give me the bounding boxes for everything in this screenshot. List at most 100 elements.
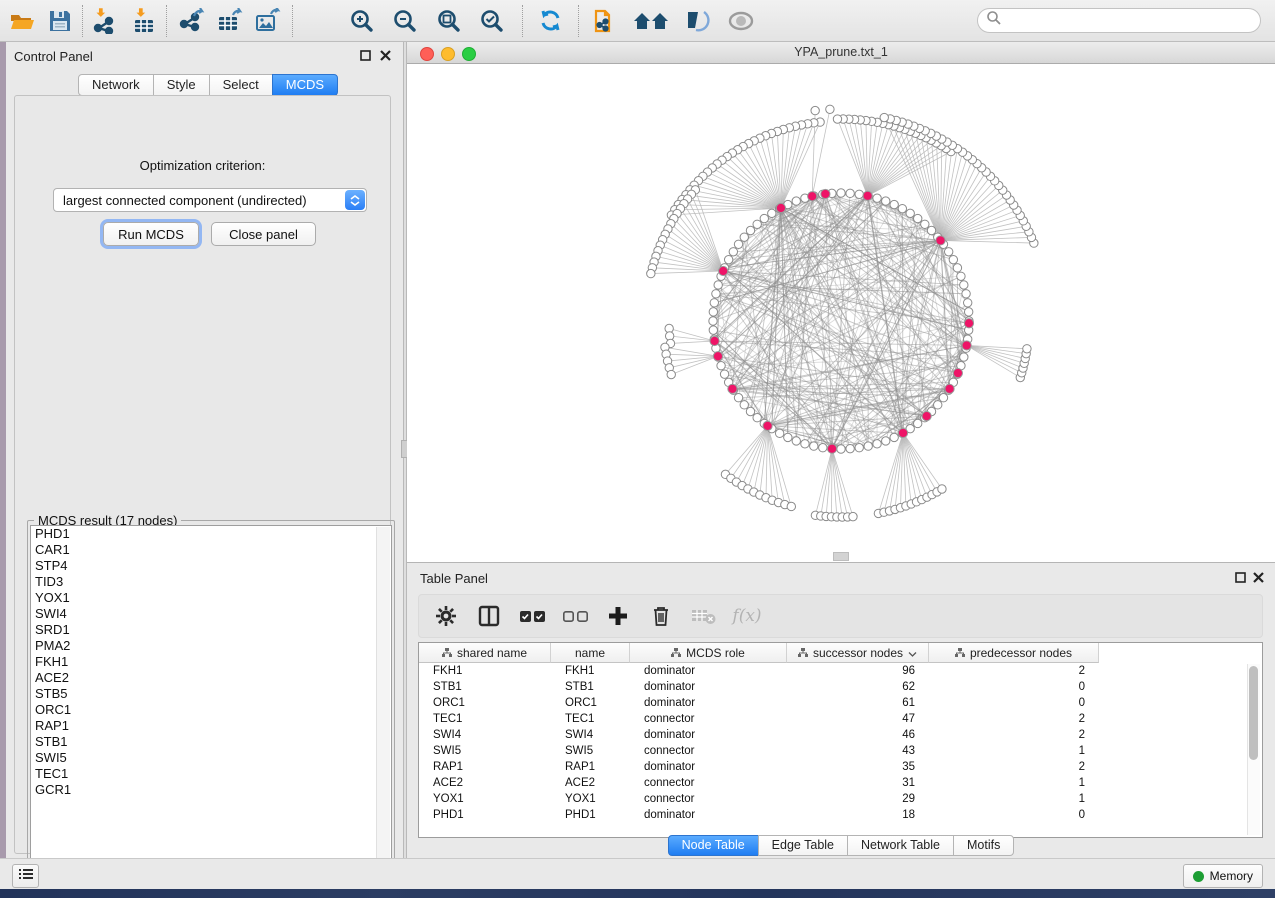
mcds-result-item[interactable]: ORC1 <box>31 702 391 718</box>
cell-mcds-role: dominator <box>630 761 787 773</box>
cell-mcds-role: dominator <box>630 665 787 677</box>
home-icon[interactable] <box>632 7 672 35</box>
new-network-from-selection-icon[interactable] <box>592 7 620 35</box>
table-row[interactable]: TEC1TEC1connector472 <box>419 711 1099 727</box>
tab-network[interactable]: Network <box>78 74 154 96</box>
mcds-result-list[interactable]: PHD1CAR1STP4TID3YOX1SWI4SRD1PMA2FKH1ACE2… <box>30 525 392 893</box>
column-header-name[interactable]: name <box>551 643 630 663</box>
float-table-panel-icon[interactable] <box>1234 571 1247 584</box>
run-mcds-button[interactable]: Run MCDS <box>103 222 199 246</box>
tab-mcds[interactable]: MCDS <box>272 74 338 96</box>
deselect-all-icon[interactable] <box>562 603 588 629</box>
list-scrollbar[interactable] <box>376 527 390 891</box>
zoom-selected-icon[interactable] <box>478 7 506 35</box>
column-type-icon <box>671 646 681 660</box>
scrollbar-thumb[interactable] <box>1249 666 1258 760</box>
memory-status-icon <box>1193 871 1204 882</box>
table-row[interactable]: ORC1ORC1dominator610 <box>419 695 1099 711</box>
export-network-icon[interactable] <box>178 7 206 35</box>
export-table-icon[interactable] <box>216 7 244 35</box>
panel-menu-button[interactable] <box>12 864 39 888</box>
column-type-icon <box>798 646 808 660</box>
delete-icon[interactable] <box>648 603 674 629</box>
mcds-result-item[interactable]: TID3 <box>31 574 391 590</box>
mcds-result-item[interactable]: SRD1 <box>31 622 391 638</box>
tab-select[interactable]: Select <box>209 74 273 96</box>
control-panel-title: Control Panel <box>14 49 93 64</box>
cell-shared-name: RAP1 <box>419 761 551 773</box>
tab-style[interactable]: Style <box>153 74 210 96</box>
column-header-predecessor-nodes[interactable]: predecessor nodes <box>929 643 1099 663</box>
mcds-result-item[interactable]: YOX1 <box>31 590 391 606</box>
float-panel-icon[interactable] <box>359 49 372 62</box>
table-row[interactable]: SWI4SWI4dominator462 <box>419 727 1099 743</box>
column-header-MCDS-role[interactable]: MCDS role <box>630 643 787 663</box>
zoom-out-icon[interactable] <box>391 7 419 35</box>
zoom-in-icon[interactable] <box>348 7 376 35</box>
mcds-result-item[interactable]: FKH1 <box>31 654 391 670</box>
hide-glasses-icon[interactable] <box>682 7 710 35</box>
optimization-criterion-select[interactable]: largest connected component (undirected) <box>53 188 367 212</box>
open-file-icon[interactable] <box>8 7 36 35</box>
node-table[interactable]: shared namenameMCDS rolesuccessor nodesp… <box>418 642 1263 838</box>
mcds-result-item[interactable]: GCR1 <box>31 782 391 798</box>
export-image-icon[interactable] <box>254 7 282 35</box>
mcds-result-item[interactable]: RAP1 <box>31 718 391 734</box>
column-type-icon <box>955 646 965 660</box>
cell-successor-nodes: 62 <box>787 681 929 693</box>
tab-node-table[interactable]: Node Table <box>668 835 759 856</box>
table-row[interactable]: FKH1FKH1dominator962 <box>419 663 1099 679</box>
save-session-icon[interactable] <box>46 7 74 35</box>
import-table-icon[interactable] <box>130 7 158 35</box>
import-network-icon[interactable] <box>92 7 120 35</box>
table-row[interactable]: ACE2ACE2connector311 <box>419 775 1099 791</box>
split-columns-icon[interactable] <box>476 603 502 629</box>
table-row[interactable]: PHD1PHD1dominator180 <box>419 807 1099 823</box>
mcds-result-item[interactable]: SWI4 <box>31 606 391 622</box>
select-all-icon[interactable] <box>519 603 545 629</box>
tab-motifs[interactable]: Motifs <box>953 835 1014 856</box>
column-header-successor-nodes[interactable]: successor nodes <box>787 643 929 663</box>
close-panel-button[interactable]: Close panel <box>211 222 316 246</box>
mcds-result-item[interactable]: CAR1 <box>31 542 391 558</box>
memory-button[interactable]: Memory <box>1183 864 1263 888</box>
mcds-result-item[interactable]: ACE2 <box>31 670 391 686</box>
column-header-shared-name[interactable]: shared name <box>419 643 551 663</box>
mcds-result-item[interactable]: PMA2 <box>31 638 391 654</box>
tab-edge-table[interactable]: Edge Table <box>758 835 848 856</box>
table-panel: Table Panel <box>407 562 1275 858</box>
mcds-result-item[interactable]: PHD1 <box>31 526 391 542</box>
optimization-criterion-label: Optimization criterion: <box>15 158 390 173</box>
gear-icon[interactable] <box>433 603 459 629</box>
cell-predecessor-nodes: 2 <box>929 713 1099 725</box>
cell-predecessor-nodes: 0 <box>929 681 1099 693</box>
table-row[interactable]: STB1STB1dominator620 <box>419 679 1099 695</box>
mcds-result-item[interactable]: STP4 <box>31 558 391 574</box>
add-column-icon[interactable] <box>605 603 631 629</box>
mcds-result-item[interactable]: STB1 <box>31 734 391 750</box>
cell-mcds-role: connector <box>630 793 787 805</box>
mcds-result-item[interactable]: SWI5 <box>31 750 391 766</box>
table-row[interactable]: SWI5SWI5connector431 <box>419 743 1099 759</box>
cell-name: TEC1 <box>551 713 630 725</box>
close-panel-icon[interactable] <box>379 49 392 62</box>
cell-predecessor-nodes: 1 <box>929 745 1099 757</box>
criterion-selected-value: largest connected component (undirected) <box>54 193 345 208</box>
close-table-panel-icon[interactable] <box>1252 571 1265 584</box>
table-row[interactable]: YOX1YOX1connector291 <box>419 791 1099 807</box>
mcds-result-item[interactable]: STB5 <box>31 686 391 702</box>
network-window-titlebar[interactable]: YPA_prune.txt_1 <box>407 42 1275 64</box>
table-scrollbar[interactable] <box>1247 664 1260 835</box>
table-row[interactable]: RAP1RAP1dominator352 <box>419 759 1099 775</box>
network-window-title: YPA_prune.txt_1 <box>407 45 1275 59</box>
zoom-fit-icon[interactable] <box>435 7 463 35</box>
tab-network-table[interactable]: Network Table <box>847 835 954 856</box>
refresh-icon[interactable] <box>537 7 565 35</box>
cell-mcds-role: dominator <box>630 809 787 821</box>
mcds-result-item[interactable]: TEC1 <box>31 766 391 782</box>
network-graph[interactable] <box>407 64 1275 562</box>
search-input[interactable] <box>977 8 1261 33</box>
horizontal-splitter-handle[interactable] <box>833 552 849 561</box>
network-canvas[interactable] <box>407 64 1275 562</box>
select-stepper-icon <box>345 190 365 210</box>
